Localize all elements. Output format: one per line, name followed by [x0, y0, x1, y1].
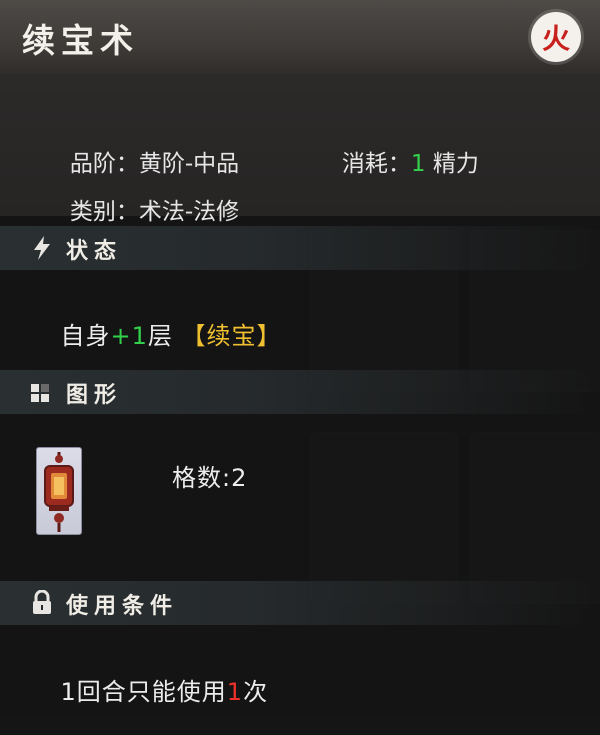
buff-name: 【续宝】 — [181, 322, 282, 350]
status-section-title: 状态 — [66, 238, 123, 264]
shape-section-header: 图形 — [0, 370, 600, 414]
skill-info-block: 品阶：黄阶-中品 消耗：1 精力 类别：术法-法修 — [0, 74, 600, 225]
status-section-header: 状态 — [0, 226, 600, 270]
lightning-icon — [34, 236, 50, 260]
usage-section-title: 使用条件 — [66, 593, 179, 619]
usage-text-prefix: 1回合只能使用 — [60, 678, 227, 706]
status-effect-text: 自身+1层 【续宝】 — [26, 288, 282, 379]
usage-limit-value: 1 — [226, 678, 244, 706]
usage-condition-text: 1回合只能使用1次 — [26, 644, 268, 735]
lock-icon — [33, 590, 51, 614]
cost-unit: 精力 — [432, 151, 479, 177]
tooltip-header: 续宝术 火 — [0, 0, 600, 75]
status-text-prefix: 自身 — [60, 322, 111, 350]
usage-section-header: 使用条件 — [0, 581, 600, 625]
skill-tooltip-panel: 续宝术 火 品阶：黄阶-中品 消耗：1 精力 类别：术法-法修 状态 自身+1层… — [0, 0, 600, 714]
category-label: 类别： — [69, 199, 139, 225]
cost-label: 消耗： — [341, 151, 411, 177]
stack-value: +1 — [110, 322, 148, 350]
lantern-icon — [44, 452, 74, 532]
shape-section-title: 图形 — [66, 382, 123, 408]
category-value: 术法-法修 — [138, 199, 240, 225]
status-text-suffix: 层 — [147, 322, 173, 350]
grid-blocks-icon — [31, 384, 49, 402]
cost-row: 消耗：1 精力 — [298, 118, 479, 204]
skill-title: 续宝术 — [22, 21, 139, 60]
fire-element-badge: 火 — [531, 12, 581, 62]
item-shape-card — [36, 447, 82, 535]
usage-text-suffix: 次 — [243, 678, 269, 706]
cost-value: 1 — [410, 151, 426, 177]
cell-count: 格数:2 — [172, 464, 248, 492]
